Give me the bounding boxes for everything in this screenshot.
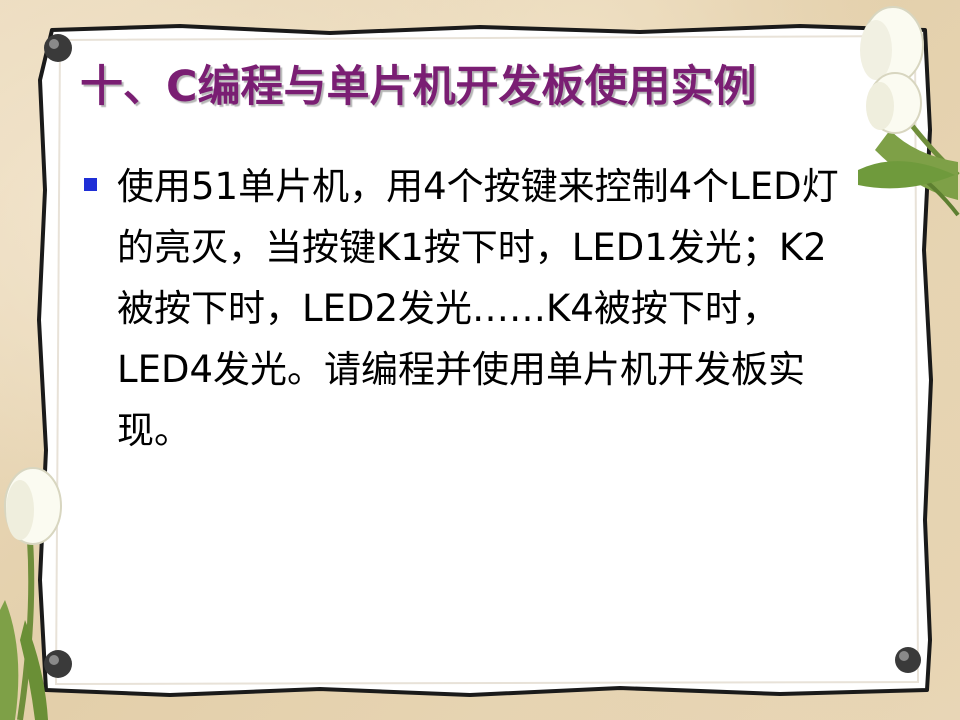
- bullet-text: 使用51单片机，用4个按键来控制4个LED灯的亮灭，当按键K1按下时，LED1发…: [117, 165, 839, 452]
- slide-title: 十、C编程与单片机开发板使用实例: [80, 62, 757, 112]
- pushpin-icon: [44, 34, 72, 62]
- tulip-flower-icon: [858, 6, 960, 217]
- bullet-square-icon: [84, 178, 97, 191]
- pushpin-icon: [895, 647, 921, 673]
- pushpin-icon: [44, 650, 72, 678]
